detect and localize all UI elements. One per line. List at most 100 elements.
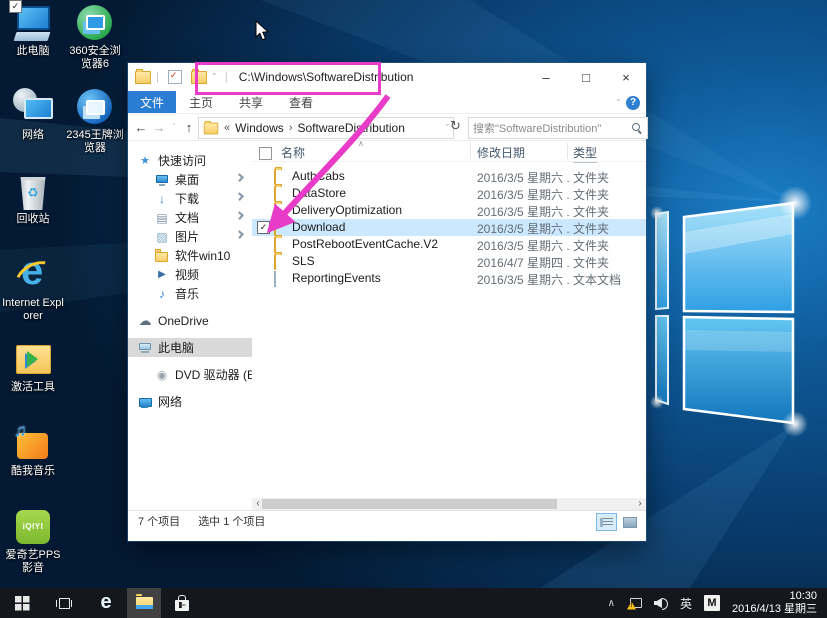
nav-item-icon [155,268,169,282]
language-indicator[interactable]: 英 [674,588,698,618]
file-date: 2016/3/5 星期六 ... [477,203,571,220]
file-date: 2016/3/5 星期六 ... [477,237,571,254]
nav-item[interactable]: 快速访问 [128,151,252,170]
pin-icon [236,213,245,222]
nav-item[interactable]: DVD 驱动器 (E:) SKF [128,365,252,384]
desktop-icon[interactable]: 爱奇艺PPS 影音 [2,508,64,592]
nav-item-icon [155,230,169,244]
start-button[interactable] [5,588,39,618]
file-row[interactable]: DeliveryOptimization 2016/3/5 星期六 ... 文件… [252,202,646,219]
nav-item[interactable]: 网络 [128,392,252,411]
ribbon-tab[interactable]: 文件 [128,91,176,113]
ribbon-tab-label: 查看 [289,94,313,111]
selected-count: 选中 1 个项目 [198,513,265,529]
desktop-icon[interactable]: 回收站 [2,172,64,256]
desktop-icon[interactable]: 360安全浏览器6 [64,4,126,88]
desktop-icon[interactable]: 酷我音乐 [2,424,64,508]
ribbon-tab[interactable]: 主页 [176,91,226,113]
tray-expand-icon[interactable]: ∧ [602,588,621,618]
column-header-date[interactable]: 修改日期 [477,144,525,161]
column-header-name[interactable]: 名称 [281,144,305,161]
row-checkbox[interactable] [257,221,270,234]
file-type-icon [274,237,276,253]
file-explorer-taskbar-button[interactable] [127,588,161,618]
thumbnail-view-icon [623,517,637,528]
breadcrumb-softwaredistribution[interactable]: SoftwareDistribution [297,121,404,135]
help-icon[interactable]: ? [626,96,640,110]
nav-item-label: 网络 [158,393,182,410]
nav-item[interactable]: 桌面 [128,170,252,189]
new-folder-quick-icon[interactable] [191,71,207,84]
network-tray-button[interactable]: ! [621,588,648,618]
desktop-icon[interactable]: 网络 [2,88,64,172]
checkbox-icon[interactable] [9,0,22,13]
desktop-icon[interactable]: 激活工具 [2,340,64,424]
history-dropdown-icon[interactable]: ˇ [168,122,180,132]
maximize-button[interactable]: □ [566,63,606,91]
column-divider[interactable] [567,143,568,159]
file-name: SLS [292,254,472,268]
scroll-right-icon[interactable]: › [634,498,646,510]
ime-indicator[interactable]: M [698,588,726,618]
details-view-button[interactable] [596,513,617,531]
nav-item[interactable]: 音乐 [128,284,252,303]
nav-item[interactable]: 文档 [128,208,252,227]
edge-taskbar-button[interactable]: e [89,588,123,618]
column-header-type[interactable]: 类型 [573,144,597,163]
nav-item[interactable]: 此电脑 [128,338,252,357]
nav-item[interactable]: OneDrive [128,311,252,330]
file-name: ReportingEvents [292,271,472,285]
nav-item-label: 桌面 [175,171,199,188]
nav-item[interactable]: 图片 [128,227,252,246]
scrollbar-thumb[interactable] [262,499,557,509]
file-row[interactable]: DataStore 2016/3/5 星期六 ... 文件夹 [252,185,646,202]
horizontal-scrollbar[interactable]: ‹ › [252,498,646,510]
desktop-icon[interactable]: 2345王牌浏览器 [64,88,126,172]
address-input[interactable]: « Windows › SoftwareDistribution ˇ [198,117,454,139]
search-icon[interactable] [631,122,643,134]
nav-item[interactable]: 软件win10 [128,246,252,265]
file-type: 文本文档 [573,271,641,288]
breadcrumb-windows[interactable]: Windows [235,121,284,135]
store-taskbar-button[interactable] [165,588,199,618]
ribbon-collapse-icon[interactable]: ˇ [617,98,620,108]
file-row[interactable]: AuthCabs 2016/3/5 星期六 ... 文件夹 [252,168,646,185]
thumbnail-view-button[interactable] [619,513,640,531]
separator: | [156,71,159,83]
task-view-button[interactable] [47,588,81,618]
edge-icon: e [100,592,111,612]
refresh-icon[interactable]: ↻ [450,118,461,134]
select-all-checkbox[interactable] [259,147,272,160]
quick-access-toolbar-chevron-icon[interactable]: ˇ [213,72,216,82]
nav-item[interactable]: 下载 [128,189,252,208]
file-row[interactable]: ReportingEvents 2016/3/5 星期六 ... 文本文档 [252,270,646,287]
clock[interactable]: 10:302016/4/13 星期三 [726,590,827,616]
properties-quick-icon[interactable] [168,70,182,84]
file-type: 文件夹 [573,237,641,254]
file-row[interactable]: SLS 2016/4/7 星期四 ... 文件夹 [252,253,646,270]
column-divider[interactable] [470,143,471,159]
pin-icon [236,194,245,203]
window-controls: – □ × [526,63,646,91]
nav-item[interactable]: 视频 [128,265,252,284]
ribbon-tab[interactable]: 查看 [276,91,326,113]
address-dropdown-icon[interactable]: ˇ [446,123,449,133]
up-button[interactable]: ↑ [180,120,198,135]
volume-tray-button[interactable] [648,588,674,618]
ribbon-tab[interactable]: 共享 [226,91,276,113]
file-type-icon [274,169,276,185]
desktop-icon[interactable]: Internet Explorer [2,256,64,340]
file-row[interactable]: Download 2016/3/5 星期六 ... 文件夹 [252,219,646,236]
crumb-prefix: « [224,122,230,134]
minimize-button[interactable]: – [526,63,566,91]
back-button[interactable]: ← [132,120,150,135]
search-input[interactable]: 搜索"SoftwareDistribution" [468,117,648,139]
file-row[interactable]: PostRebootEventCache.V2 2016/3/5 星期六 ...… [252,236,646,253]
nav-item-label: 软件win10 [175,247,230,264]
desktop-icon[interactable]: 此电脑 [2,4,64,88]
forward-button[interactable]: → [150,120,168,135]
desktop-icon-image [11,340,55,380]
file-type: 文件夹 [573,220,641,237]
close-button[interactable]: × [606,63,646,91]
file-list-pane: 名称 ∧ 修改日期 类型 AuthCabs 2016/3/5 星期六 ... [252,141,646,510]
